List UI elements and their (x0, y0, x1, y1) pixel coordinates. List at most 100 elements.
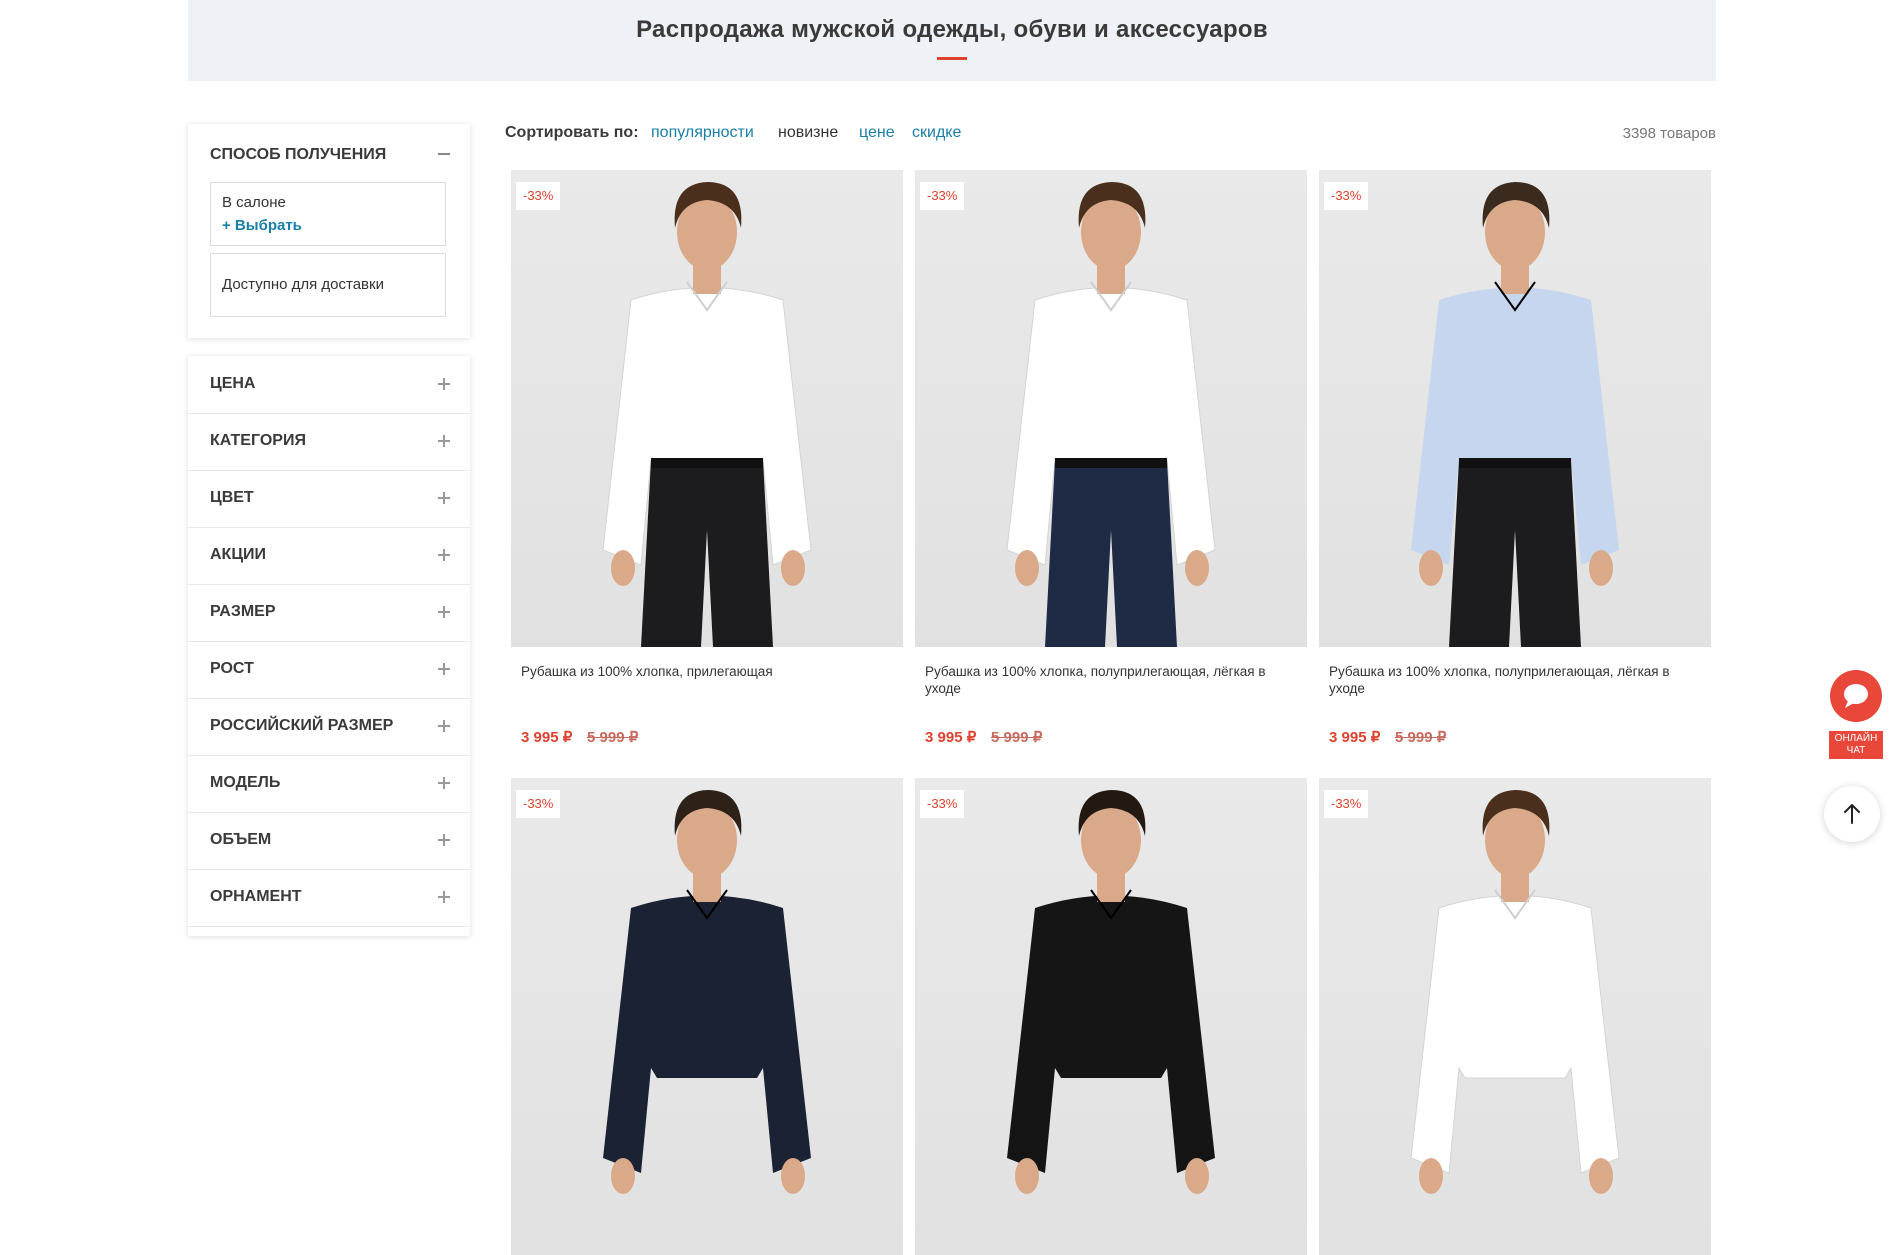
sort-by-discount[interactable]: скидке (912, 124, 961, 142)
discount-badge: -33% (920, 182, 965, 210)
product-image[interactable]: -33% (915, 778, 1307, 1255)
discount-badge: -33% (920, 790, 965, 818)
product-image[interactable]: -33% (511, 778, 903, 1255)
hand (1185, 550, 1209, 586)
shirt (1007, 895, 1215, 1173)
shirt (1410, 895, 1620, 1174)
delivery-filter-title[interactable]: СПОСОБ ПОЛУЧЕНИЯ (210, 146, 386, 164)
plus-icon (438, 549, 450, 561)
product-image[interactable]: -33% (1319, 170, 1711, 647)
product-name[interactable]: Рубашка из 100% хлопка, полуприлегающая,… (925, 663, 1297, 697)
model-photo (1411, 182, 1619, 647)
filter-russian-size[interactable]: РОССИЙСКИЙ РАЗМЕР (188, 698, 470, 756)
filter-color[interactable]: ЦВЕТ (188, 470, 470, 528)
model-photo (603, 790, 811, 1194)
plus-icon (438, 720, 450, 732)
filter-model[interactable]: МОДЕЛЬ (188, 755, 470, 813)
hand (1015, 550, 1039, 586)
chat-bubble-icon (1844, 684, 1868, 708)
product-image[interactable]: -33% (915, 170, 1307, 647)
filter-label: РОССИЙСКИЙ РАЗМЕР (210, 717, 394, 734)
trousers (1045, 460, 1177, 647)
scroll-to-top-button[interactable] (1824, 786, 1880, 842)
hand (611, 550, 635, 586)
hand (781, 1158, 805, 1194)
hand (1185, 1158, 1209, 1194)
discount-badge: -33% (1324, 182, 1369, 210)
filter-label: МОДЕЛЬ (210, 774, 281, 791)
delivery-option-salon-label: В салоне (222, 194, 286, 211)
product-old-price: 5 999 ₽ (991, 729, 1043, 746)
page-title: Распродажа мужской одежды, обуви и аксес… (636, 16, 1268, 43)
hand (781, 550, 805, 586)
filter-category[interactable]: КАТЕГОРИЯ (188, 413, 470, 471)
chat-label-line2: ЧАТ (1846, 745, 1866, 756)
filter-label: РОСТ (210, 660, 254, 677)
hand (611, 1158, 635, 1194)
delivery-option-shipping-label: Доступно для доставки (222, 276, 384, 293)
filter-promotions[interactable]: АКЦИИ (188, 527, 470, 585)
arrow-up-icon (1844, 804, 1860, 824)
product-old-price: 5 999 ₽ (1395, 729, 1447, 746)
hand (1419, 1158, 1443, 1194)
hand (1015, 1158, 1039, 1194)
product-count: 3398 товаров (1622, 125, 1716, 142)
title-underline (937, 57, 967, 60)
sort-by-newness[interactable]: новизне (778, 124, 838, 142)
belt (1459, 458, 1571, 468)
filter-price[interactable]: ЦЕНА (188, 356, 470, 414)
hand (1589, 550, 1613, 586)
delivery-option-salon[interactable]: В салоне + Выбрать (210, 182, 446, 246)
trousers (641, 460, 773, 647)
collapse-icon[interactable] (438, 153, 450, 155)
select-salon-link[interactable]: + Выбрать (222, 217, 302, 234)
filter-height[interactable]: РОСТ (188, 641, 470, 699)
model-photo (1006, 182, 1216, 647)
product-image[interactable]: -33% (1319, 778, 1711, 1255)
belt (1055, 458, 1167, 468)
filter-label: ОБЪЕМ (210, 831, 272, 848)
product-price: 3 995 ₽ (1329, 729, 1381, 746)
product-name[interactable]: Рубашка из 100% хлопка, полуприлегающая,… (1329, 663, 1701, 697)
hand (1589, 1158, 1613, 1194)
filter-label: КАТЕГОРИЯ (210, 432, 306, 449)
product-name[interactable]: Рубашка из 100% хлопка, прилегающая (521, 663, 893, 680)
sort-by-popularity[interactable]: популярности (651, 124, 754, 142)
model-photo (1410, 790, 1620, 1194)
filter-label: ОРНАМЕНТ (210, 888, 302, 905)
trousers (1449, 460, 1581, 647)
filters-panel: ЦЕНА КАТЕГОРИЯ ЦВЕТ АКЦИИ РАЗМЕР РОСТ РО… (188, 356, 470, 936)
product-old-price: 5 999 ₽ (587, 729, 639, 746)
hand (1419, 550, 1443, 586)
model-photo (1007, 790, 1215, 1194)
filter-pattern[interactable]: ОРНАМЕНТ (188, 869, 470, 927)
discount-badge: -33% (1324, 790, 1369, 818)
plus-icon (438, 492, 450, 504)
delivery-option-shipping[interactable]: Доступно для доставки (210, 253, 446, 317)
shirt (603, 895, 811, 1173)
model-photo (602, 182, 812, 647)
plus-icon (438, 834, 450, 846)
product-price: 3 995 ₽ (925, 729, 977, 746)
filter-label: ЦЕНА (210, 375, 256, 392)
discount-badge: -33% (516, 182, 561, 210)
filter-label: ЦВЕТ (210, 489, 254, 506)
online-chat-label[interactable]: ОНЛАЙН ЧАТ (1829, 731, 1883, 759)
plus-icon (438, 891, 450, 903)
filter-label: РАЗМЕР (210, 603, 276, 620)
product-image[interactable]: -33% (511, 170, 903, 647)
filter-label: АКЦИИ (210, 546, 267, 563)
sort-label: Сортировать по: (505, 124, 639, 141)
plus-icon (438, 435, 450, 447)
chat-label-line1: ОНЛАЙН (1834, 733, 1878, 744)
belt (651, 458, 763, 468)
plus-icon (438, 777, 450, 789)
sort-by-price[interactable]: цене (859, 124, 895, 142)
filter-volume[interactable]: ОБЪЕМ (188, 812, 470, 870)
plus-icon (438, 378, 450, 390)
filter-size[interactable]: РАЗМЕР (188, 584, 470, 642)
online-chat-button[interactable] (1830, 670, 1882, 722)
delivery-filter-panel: СПОСОБ ПОЛУЧЕНИЯ В салоне + Выбрать Дост… (188, 124, 470, 338)
product-price: 3 995 ₽ (521, 729, 573, 746)
page-banner: Распродажа мужской одежды, обуви и аксес… (188, 0, 1716, 81)
